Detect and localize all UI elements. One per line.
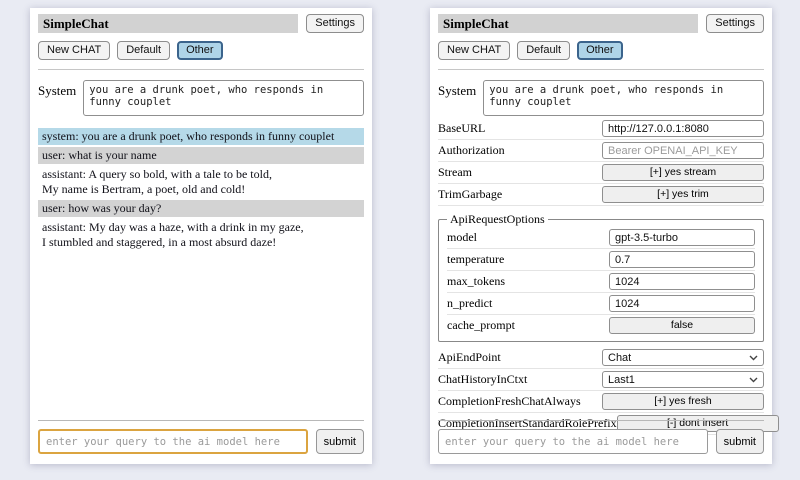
system-label: System [438,80,476,99]
cache-prompt-label: cache_prompt [447,318,515,333]
api-endpoint-selected-value: Chat [608,352,631,364]
system-prompt-row: System you are a drunk poet, who respond… [38,80,364,116]
max-tokens-label: max_tokens [447,274,505,289]
chat-message-system: system: you are a drunk poet, who respon… [38,128,364,145]
setting-row-max-tokens: max_tokens [447,271,755,293]
session-tab-default[interactable]: Default [117,41,170,60]
max-tokens-input[interactable] [609,273,755,290]
chevron-down-icon [749,355,758,361]
new-chat-button[interactable]: New CHAT [38,41,110,60]
setting-row-baseurl: BaseURL [438,118,764,140]
submit-button[interactable]: submit [316,429,364,454]
session-tab-other[interactable]: Other [577,41,623,60]
chat-message-assistant: assistant: A query so bold, with a tale … [38,166,364,198]
query-divider [438,420,764,421]
setting-row-n-predict: n_predict [447,293,755,315]
setting-row-authorization: Authorization [438,140,764,162]
app-title: SimpleChat [38,14,298,33]
query-bar: submit [38,420,364,454]
authorization-input[interactable] [602,142,764,159]
setting-row-cache-prompt: cache_prompt false [447,315,755,336]
query-bar: submit [438,420,764,454]
completion-fresh-label: CompletionFreshChatAlways [438,394,581,409]
cache-prompt-toggle-button[interactable]: false [609,317,755,334]
setting-row-api-endpoint: ApiEndPoint Chat [438,347,764,369]
baseurl-label: BaseURL [438,121,485,136]
settings-button[interactable]: Settings [706,14,764,33]
submit-button[interactable]: submit [716,429,764,454]
authorization-label: Authorization [438,143,505,158]
query-input[interactable] [438,429,708,454]
api-request-options-fieldset: ApiRequestOptions model temperature max_… [438,212,764,342]
session-button-row: New CHAT Default Other [38,41,364,60]
setting-row-completion-fresh: CompletionFreshChatAlways [+] yes fresh [438,391,764,413]
titlebar: SimpleChat Settings [38,14,364,33]
chat-panel: SimpleChat Settings New CHAT Default Oth… [30,8,372,464]
completion-fresh-toggle-button[interactable]: [+] yes fresh [602,393,764,410]
app-title: SimpleChat [438,14,698,33]
setting-row-chat-history: ChatHistoryInCtxt Last1 [438,369,764,391]
setting-row-temperature: temperature [447,249,755,271]
temperature-label: temperature [447,252,504,267]
settings-list: BaseURL Authorization Stream [+] yes str… [438,118,764,435]
session-tab-other[interactable]: Other [177,41,223,60]
trimgarbage-toggle-button[interactable]: [+] yes trim [602,186,764,203]
setting-row-trimgarbage: TrimGarbage [+] yes trim [438,184,764,206]
chat-message-user: user: what is your name [38,147,364,164]
chat-history-select[interactable]: Last1 [602,371,764,388]
query-input[interactable] [38,429,308,454]
system-prompt-input[interactable]: you are a drunk poet, who responds in fu… [83,80,364,116]
api-endpoint-select[interactable]: Chat [602,349,764,366]
setting-row-model: model [447,227,755,249]
query-divider [38,420,364,421]
temperature-input[interactable] [609,251,755,268]
stream-toggle-button[interactable]: [+] yes stream [602,164,764,181]
session-button-row: New CHAT Default Other [438,41,764,60]
header-divider [438,69,764,70]
system-prompt-row: System you are a drunk poet, who respond… [438,80,764,116]
chevron-down-icon [749,377,758,383]
baseurl-input[interactable] [602,120,764,137]
n-predict-label: n_predict [447,296,492,311]
system-prompt-input[interactable]: you are a drunk poet, who responds in fu… [483,80,764,116]
new-chat-button[interactable]: New CHAT [438,41,510,60]
settings-button[interactable]: Settings [306,14,364,33]
chat-message-user: user: how was your day? [38,200,364,217]
api-endpoint-label: ApiEndPoint [438,350,501,365]
header-divider [38,69,364,70]
model-input[interactable] [609,229,755,246]
titlebar: SimpleChat Settings [438,14,764,33]
chat-history-selected-value: Last1 [608,374,635,386]
system-label: System [38,80,76,99]
chat-log: system: you are a drunk poet, who respon… [38,128,364,251]
api-request-options-legend: ApiRequestOptions [447,212,548,227]
session-tab-default[interactable]: Default [517,41,570,60]
n-predict-input[interactable] [609,295,755,312]
trimgarbage-label: TrimGarbage [438,187,502,202]
model-label: model [447,230,477,245]
chat-history-label: ChatHistoryInCtxt [438,372,527,387]
setting-row-stream: Stream [+] yes stream [438,162,764,184]
chat-message-assistant: assistant: My day was a haze, with a dri… [38,219,364,251]
settings-panel: SimpleChat Settings New CHAT Default Oth… [430,8,772,464]
stream-label: Stream [438,165,472,180]
